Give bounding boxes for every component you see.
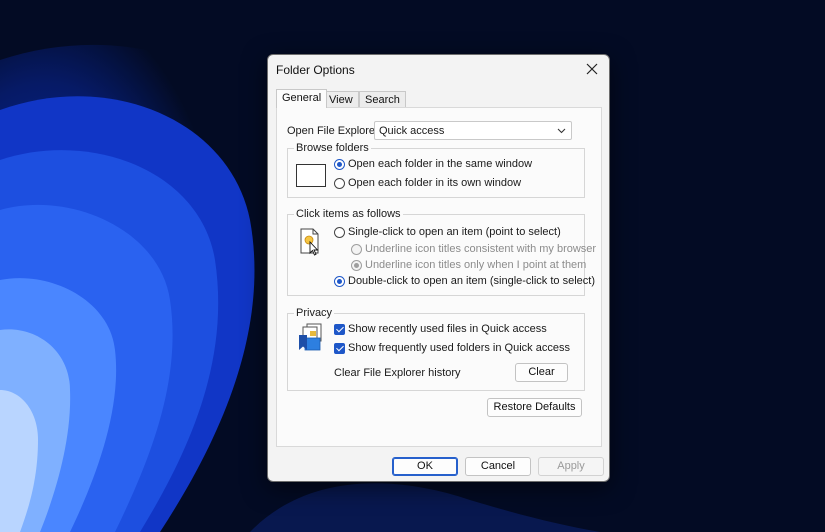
radio-button[interactable] <box>334 159 345 170</box>
folder-options-dialog: Folder Options General View Search Open … <box>267 54 610 482</box>
radio-same-window-label: Open each folder in the same window <box>348 158 533 170</box>
radio-button[interactable] <box>334 178 345 189</box>
close-button[interactable] <box>579 58 605 80</box>
tab-general[interactable]: General <box>276 89 328 108</box>
radio-single-click-label: Single-click to open an item (point to s… <box>348 226 561 238</box>
privacy-group: Privacy Show recently used files in Quic… <box>287 307 585 391</box>
privacy-legend: Privacy <box>294 307 335 319</box>
browse-folders-legend: Browse folders <box>294 142 371 154</box>
tab-search[interactable]: Search <box>359 91 406 107</box>
click-items-legend: Click items as follows <box>294 208 403 220</box>
radio-button[interactable] <box>351 260 362 271</box>
clear-button[interactable]: Clear <box>515 363 568 382</box>
tab-strip: General View Search <box>276 89 602 108</box>
radio-own-window-label: Open each folder in its own window <box>348 177 522 189</box>
radio-underline-point-label: Underline icon titles only when I point … <box>365 259 587 271</box>
dialog-title: Folder Options <box>276 63 355 77</box>
radio-button[interactable] <box>351 244 362 255</box>
checkbox[interactable] <box>334 343 345 354</box>
radio-button[interactable] <box>334 276 345 287</box>
checkbox-recent-files-label: Show recently used files in Quick access <box>348 323 547 335</box>
checkbox[interactable] <box>334 324 345 335</box>
document-cursor-icon <box>300 228 319 256</box>
cancel-button[interactable]: Cancel <box>465 457 531 476</box>
apply-button[interactable]: Apply <box>538 457 604 476</box>
restore-defaults-button[interactable]: Restore Defaults <box>487 398 582 417</box>
tab-view[interactable]: View <box>323 91 359 107</box>
titlebar[interactable]: Folder Options <box>268 55 609 85</box>
browse-folders-group: Browse folders Open each folder in the s… <box>287 142 585 198</box>
window-frame-icon <box>296 164 326 187</box>
clear-history-label: Clear File Explorer history <box>334 367 461 379</box>
privacy-files-icon <box>299 323 322 351</box>
radio-button[interactable] <box>334 227 345 238</box>
ok-button[interactable]: OK <box>392 457 458 476</box>
click-items-group: Click items as follows Single-click to o… <box>287 208 596 296</box>
radio-double-click-label: Double-click to open an item (single-cli… <box>348 275 595 287</box>
checkbox-frequent-folders-label: Show frequently used folders in Quick ac… <box>348 342 570 354</box>
general-tab-panel: Open File Explorer to: Quick access Brow… <box>276 107 602 447</box>
close-icon <box>586 63 598 75</box>
chevron-down-icon <box>557 128 566 134</box>
radio-underline-browser-label: Underline icon titles consistent with my… <box>365 243 597 255</box>
open-explorer-value: Quick access <box>379 125 445 137</box>
open-explorer-dropdown[interactable]: Quick access <box>374 121 572 140</box>
